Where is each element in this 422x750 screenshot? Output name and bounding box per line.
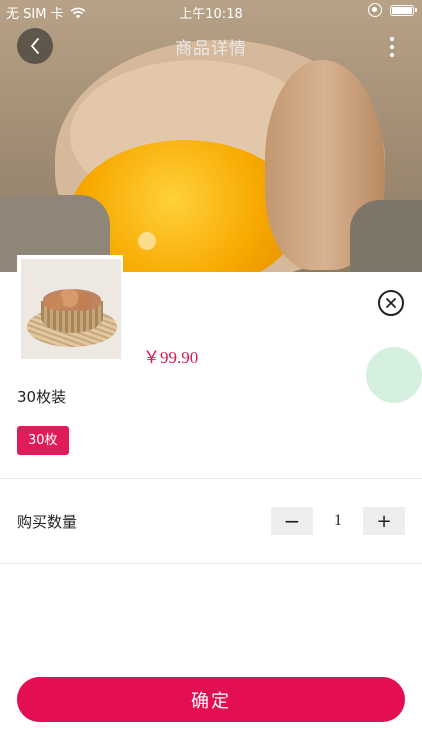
yolk-highlight bbox=[138, 232, 156, 250]
divider-bottom bbox=[0, 563, 422, 564]
page-title: 商品详情 bbox=[175, 39, 247, 59]
confirm-button[interactable]: 确定 bbox=[17, 677, 405, 722]
product-thumbnail bbox=[17, 255, 123, 361]
product-detail-screen: 无 SIM 卡 上午10:18 商品详情 ￥99.90 30枚装 30枚 购买数… bbox=[0, 0, 422, 750]
more-vertical-icon[interactable] bbox=[386, 37, 398, 57]
rock-right bbox=[350, 200, 422, 272]
status-bar: 无 SIM 卡 上午10:18 bbox=[0, 0, 422, 22]
spec-title: 30枚装 bbox=[17, 388, 67, 406]
orientation-lock-icon bbox=[368, 3, 382, 17]
battery-icon bbox=[390, 4, 417, 16]
quantity-label: 购买数量 bbox=[17, 513, 78, 531]
close-icon bbox=[386, 298, 396, 308]
status-right bbox=[368, 3, 417, 17]
divider-top bbox=[0, 478, 422, 479]
status-time: 上午10:18 bbox=[179, 7, 243, 22]
product-price: ￥99.90 bbox=[143, 348, 199, 367]
quantity-decrease-button[interactable]: − bbox=[271, 507, 313, 535]
spec-option-selected[interactable]: 30枚 bbox=[17, 426, 69, 455]
quantity-increase-button[interactable]: + bbox=[363, 507, 405, 535]
thumb-eggs bbox=[43, 289, 101, 311]
quantity-value[interactable]: 1 bbox=[313, 507, 363, 535]
floating-assist-button[interactable] bbox=[366, 347, 422, 403]
close-button[interactable] bbox=[378, 290, 404, 316]
